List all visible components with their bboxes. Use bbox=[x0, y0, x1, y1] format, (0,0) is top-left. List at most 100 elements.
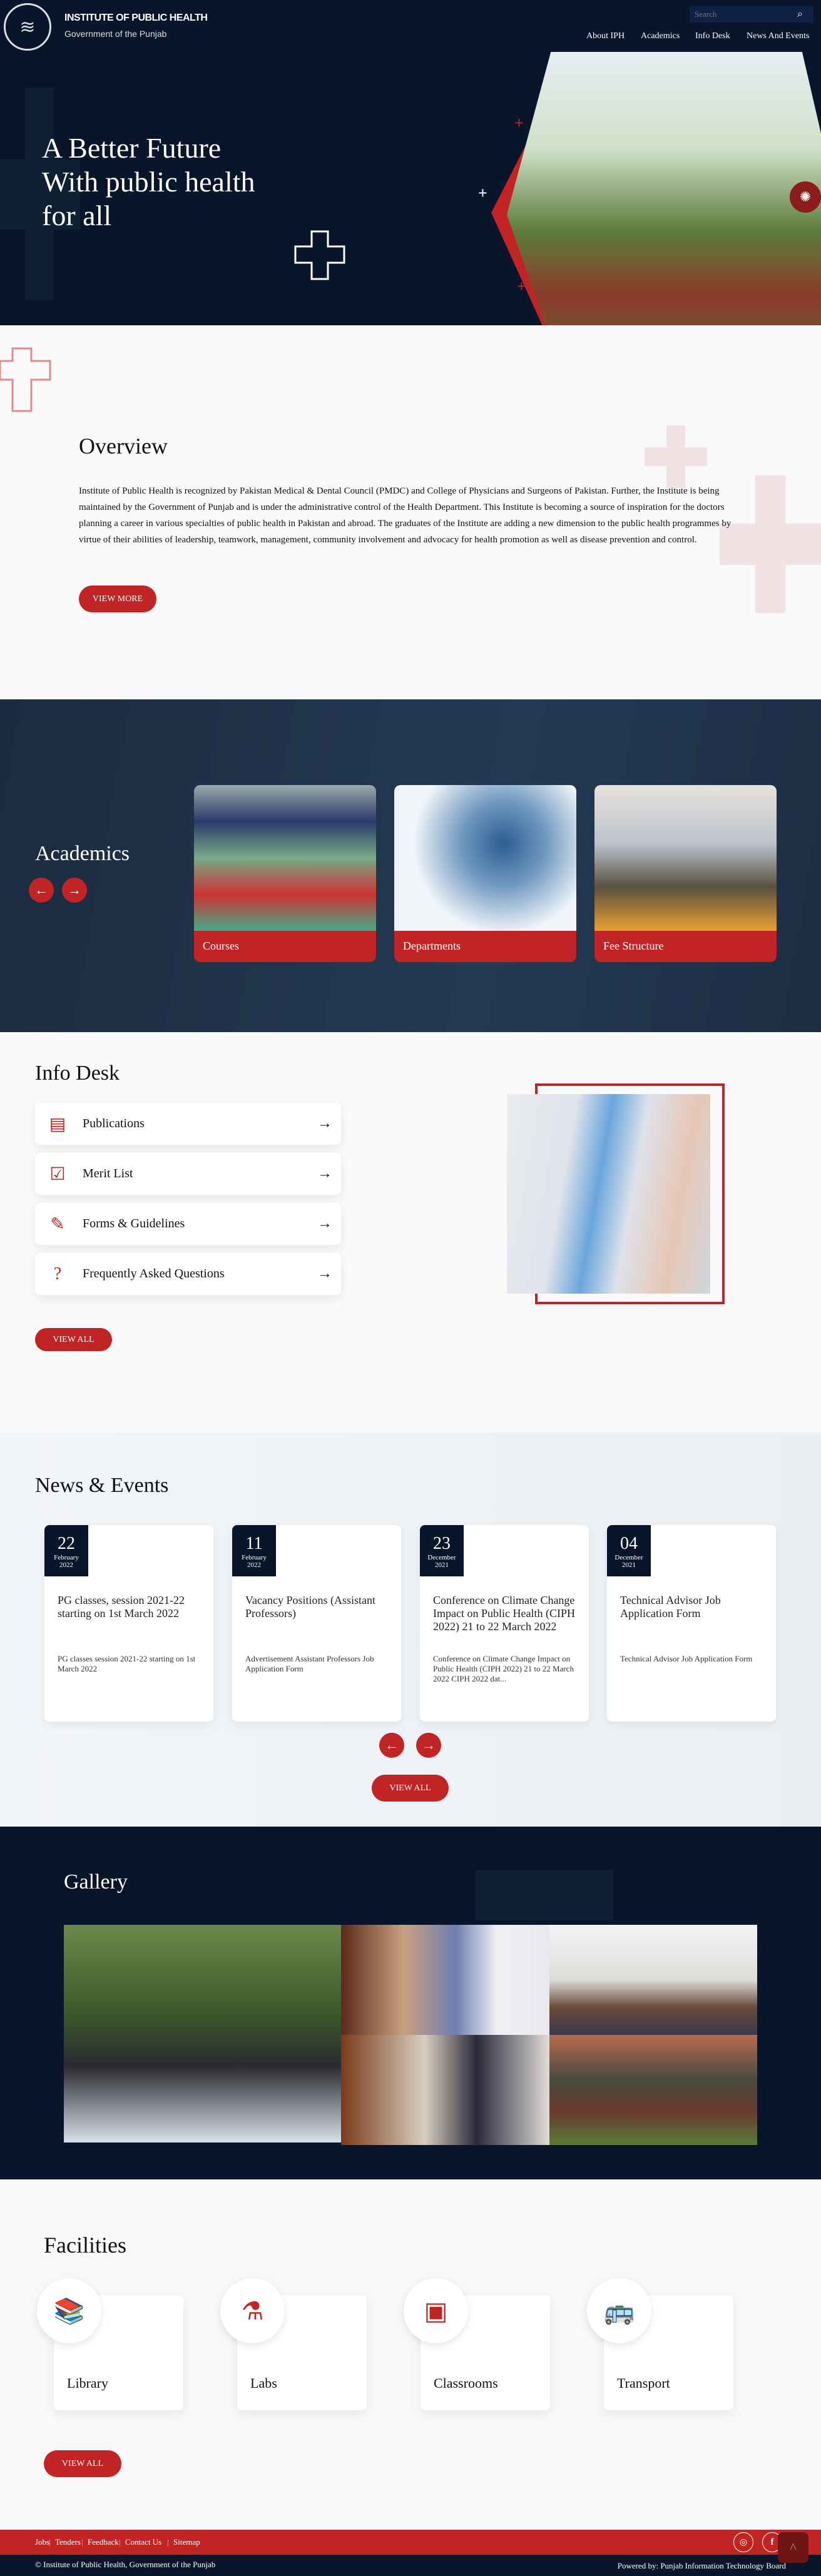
facility-label: Classrooms bbox=[434, 2375, 498, 2391]
news-description: Technical Advisor Job Application Form bbox=[620, 1654, 753, 1663]
plus-icon: + bbox=[514, 114, 524, 132]
newspaper-icon: ▤ bbox=[49, 1114, 66, 1134]
date-day: 04 bbox=[620, 1534, 638, 1553]
question-chat-icon: ? bbox=[53, 1264, 62, 1284]
news-card[interactable]: 22 February 2022 PG classes, session 2021-… bbox=[44, 1525, 213, 1722]
separator: | bbox=[119, 2537, 121, 2547]
facilities-title: Facilities bbox=[44, 2233, 126, 2258]
gallery-photo[interactable] bbox=[549, 2035, 757, 2145]
news-card[interactable]: 04 December 2021 Technical Advisor Job App… bbox=[607, 1525, 776, 1722]
copyright-text: © Institute of Public Health, Government… bbox=[35, 2560, 216, 2569]
site-title[interactable]: INSTITUTE OF PUBLIC HEALTH bbox=[64, 13, 208, 24]
news-title[interactable]: Conference on Climate Change Impact on P… bbox=[433, 1594, 580, 1633]
footer-link[interactable]: Sitemap bbox=[173, 2537, 200, 2547]
overview-title: Overview bbox=[79, 434, 168, 459]
info-item-forms-guidelines[interactable]: ✎ Forms & Guidelines → bbox=[35, 1203, 341, 1245]
facility-label: Labs bbox=[250, 2375, 277, 2391]
overview-text: Institute of Public Health is recognized… bbox=[79, 486, 732, 545]
instagram-icon[interactable]: ◎ bbox=[733, 2532, 753, 2552]
nav-info-desk[interactable]: Info Desk bbox=[695, 31, 730, 41]
flask-icon: ⚗ bbox=[220, 2278, 285, 2343]
news-title[interactable]: PG classes, session 2021-22 starting on … bbox=[58, 1594, 205, 1620]
arrow-right-icon: → bbox=[317, 1115, 332, 1132]
overview-section: Overview Institute of Public Health is r… bbox=[0, 325, 821, 699]
date-month: February bbox=[242, 1554, 267, 1561]
news-description: Conference on Climate Change Impact on P… bbox=[433, 1654, 574, 1683]
medical-icons-image bbox=[394, 785, 576, 931]
news-description: Advertisement Assistant Professors Job A… bbox=[245, 1654, 374, 1673]
card-label: Fee Structure bbox=[594, 931, 777, 962]
footer-link[interactable]: Feedback bbox=[88, 2537, 119, 2547]
info-desk-title: Info Desk bbox=[35, 1062, 120, 1085]
info-desk-section: Info Desk ▤ Publications → ☑ Merit List → ✎ F… bbox=[0, 1032, 821, 1433]
gallery-section: Gallery bbox=[0, 1827, 821, 2179]
info-item-publications[interactable]: ▤ Publications → bbox=[35, 1103, 341, 1145]
footer-links-bar: Jobs | Tenders | Feedback | Contact Us | Sitemap… bbox=[0, 2530, 821, 2555]
date-year: 2022 bbox=[59, 1561, 73, 1569]
bg-cross-decor bbox=[645, 425, 707, 488]
hero-line: for all bbox=[42, 200, 112, 231]
search-icon[interactable]: ⌕ bbox=[797, 9, 803, 20]
date-badge: 23 December 2021 bbox=[420, 1525, 464, 1576]
news-title: News & Events bbox=[35, 1474, 169, 1497]
news-next-button[interactable]: → bbox=[416, 1733, 441, 1758]
footer-link[interactable]: Contact Us bbox=[125, 2537, 161, 2547]
back-to-top-button[interactable]: ^ bbox=[778, 2532, 808, 2563]
nav-news-events[interactable]: News And Events bbox=[747, 31, 809, 41]
facility-label: Library bbox=[67, 2375, 108, 2391]
info-item-faq[interactable]: ? Frequently Asked Questions → bbox=[35, 1253, 341, 1295]
nav-academics[interactable]: Academics bbox=[641, 31, 680, 41]
facilities-section: Facilities Library 📚 Labs ⚗ Classrooms ▣ Tr… bbox=[0, 2179, 821, 2530]
plus-icon: + bbox=[478, 184, 487, 202]
facilities-view-all-button[interactable]: VIEW ALL bbox=[44, 2450, 121, 2477]
date-badge: 04 December 2021 bbox=[607, 1525, 651, 1576]
bg-cross-decor bbox=[476, 1870, 613, 1920]
separator: | bbox=[81, 2537, 83, 2547]
separator: | bbox=[49, 2537, 51, 2547]
academics-card-courses[interactable]: Courses bbox=[194, 785, 376, 962]
gallery-photo[interactable] bbox=[341, 1925, 549, 2035]
gallery-photo[interactable] bbox=[549, 1925, 757, 2035]
gallery-title: Gallery bbox=[64, 1870, 128, 1894]
date-month: December bbox=[614, 1554, 643, 1561]
footer-link[interactable]: Jobs bbox=[35, 2537, 49, 2547]
gallery-photo[interactable] bbox=[341, 2035, 549, 2145]
date-year: 2022 bbox=[247, 1561, 261, 1569]
cross-decor-icon bbox=[0, 347, 51, 412]
card-label: Departments bbox=[394, 931, 576, 962]
next-arrow-button[interactable]: → bbox=[62, 878, 87, 903]
logo[interactable]: ≋ bbox=[4, 3, 51, 51]
news-title[interactable]: Technical Advisor Job Application Form bbox=[620, 1594, 767, 1620]
news-card[interactable]: 11 February 2022 Vacancy Positions (Assist… bbox=[232, 1525, 401, 1722]
info-item-label: Merit List bbox=[83, 1167, 133, 1180]
news-card[interactable]: 23 December 2021 Conference on Climate Cha… bbox=[420, 1525, 589, 1722]
gallery-photo[interactable] bbox=[64, 1925, 341, 2142]
facility-label: Transport bbox=[617, 2375, 670, 2391]
date-day: 22 bbox=[58, 1534, 75, 1553]
search-input[interactable] bbox=[690, 9, 790, 19]
search-box[interactable]: ⌕ bbox=[690, 6, 813, 23]
classroom-icon: ▣ bbox=[404, 2278, 468, 2343]
coins-cap-image bbox=[594, 785, 777, 931]
academics-card-departments[interactable]: Departments bbox=[394, 785, 576, 962]
separator: | bbox=[167, 2537, 169, 2547]
view-more-button[interactable]: VIEW MORE bbox=[79, 586, 156, 612]
cross-outline-icon bbox=[294, 230, 345, 280]
footer-bottom-bar: © Institute of Public Health, Government… bbox=[0, 2555, 821, 2576]
news-prev-button[interactable]: ← bbox=[379, 1733, 404, 1758]
bus-icon: 🚌 bbox=[587, 2278, 651, 2343]
date-year: 2021 bbox=[435, 1561, 449, 1569]
news-events-section: News & Events 22 February 2022 PG classes,… bbox=[0, 1433, 821, 1827]
arrow-right-icon: → bbox=[317, 1265, 332, 1282]
prev-arrow-button[interactable]: ← bbox=[29, 878, 54, 903]
hero-headline: A Better Future With public health for a… bbox=[42, 131, 255, 233]
footer-link[interactable]: Tenders bbox=[55, 2537, 81, 2547]
info-item-merit-list[interactable]: ☑ Merit List → bbox=[35, 1153, 341, 1195]
info-view-all-button[interactable]: VIEW ALL bbox=[35, 1328, 112, 1351]
nav-about-iph[interactable]: About IPH bbox=[586, 31, 625, 41]
academics-card-fee-structure[interactable]: Fee Structure bbox=[594, 785, 777, 962]
news-title[interactable]: Vacancy Positions (Assistant Professors) bbox=[245, 1594, 392, 1620]
news-view-all-button[interactable]: VIEW ALL bbox=[372, 1775, 449, 1802]
news-description: PG classes session 2021-22 starting on 1… bbox=[58, 1654, 196, 1673]
info-item-label: Forms & Guidelines bbox=[83, 1217, 185, 1230]
